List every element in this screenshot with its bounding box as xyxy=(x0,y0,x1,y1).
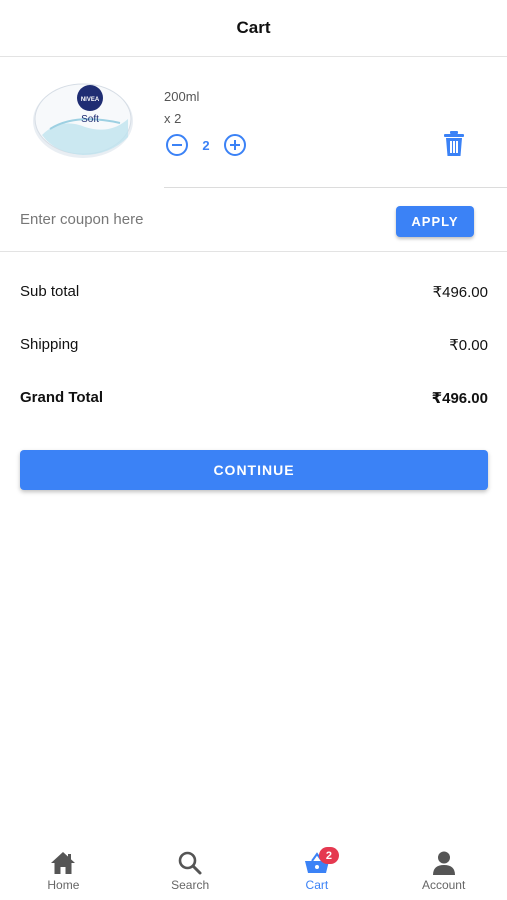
item-size: 200ml xyxy=(164,89,200,104)
grand-total-row: Grand Total ₹496.00 xyxy=(20,389,488,407)
product-name-text: Soft xyxy=(81,114,99,125)
page-title: Cart xyxy=(236,18,271,37)
continue-button[interactable]: CONTINUE xyxy=(20,450,488,490)
trash-icon[interactable] xyxy=(442,131,466,157)
bottom-nav: Home Search 2 Cart Account xyxy=(0,840,507,900)
cart-count-badge: 2 xyxy=(318,847,339,864)
subtotal-row: Sub total ₹496.00 xyxy=(20,283,488,301)
nav-item-cart[interactable]: 2 Cart xyxy=(254,840,381,900)
nav-label-home: Home xyxy=(47,878,80,892)
coupon-row: APPLY xyxy=(0,188,507,252)
quantity-value: 2 xyxy=(202,137,210,153)
minus-icon xyxy=(172,144,182,146)
nav-item-account[interactable]: Account xyxy=(380,840,507,900)
home-icon xyxy=(51,852,76,874)
product-image: NIVEA Soft xyxy=(33,83,133,158)
apply-coupon-button[interactable]: APPLY xyxy=(396,206,474,237)
item-quantity-label: x 2 xyxy=(164,111,182,126)
increase-quantity-button[interactable] xyxy=(224,134,246,156)
grand-total-label: Grand Total xyxy=(20,389,104,406)
nivea-logo-text: NIVEA xyxy=(81,97,100,103)
decrease-quantity-button[interactable] xyxy=(166,134,188,156)
person-icon xyxy=(432,851,455,875)
shipping-row: Shipping ₹0.00 xyxy=(20,336,488,354)
nav-label-search: Search xyxy=(171,878,210,892)
nav-label-account: Account xyxy=(421,878,466,892)
nav-item-search[interactable]: Search xyxy=(127,840,254,900)
grand-total-value: ₹496.00 xyxy=(431,390,488,407)
nav-item-home[interactable]: Home xyxy=(0,840,127,900)
search-icon xyxy=(178,851,202,875)
subtotal-value: ₹496.00 xyxy=(432,284,488,301)
subtotal-label: Sub total xyxy=(20,283,80,300)
cart-item: NIVEA Soft 200ml x 2 2 xyxy=(0,57,507,188)
header: Cart xyxy=(0,0,507,57)
cart-screen: Cart NIVEA Soft 200ml x 2 2 Enter coupon… xyxy=(0,0,507,900)
quantity-stepper: 2 xyxy=(166,134,246,156)
shipping-label: Shipping xyxy=(20,336,79,353)
coupon-input[interactable] xyxy=(20,204,360,234)
cart-icon-wrap: 2 xyxy=(304,847,339,876)
nav-label-cart: Cart xyxy=(305,878,329,892)
shipping-value: ₹0.00 xyxy=(449,337,488,354)
